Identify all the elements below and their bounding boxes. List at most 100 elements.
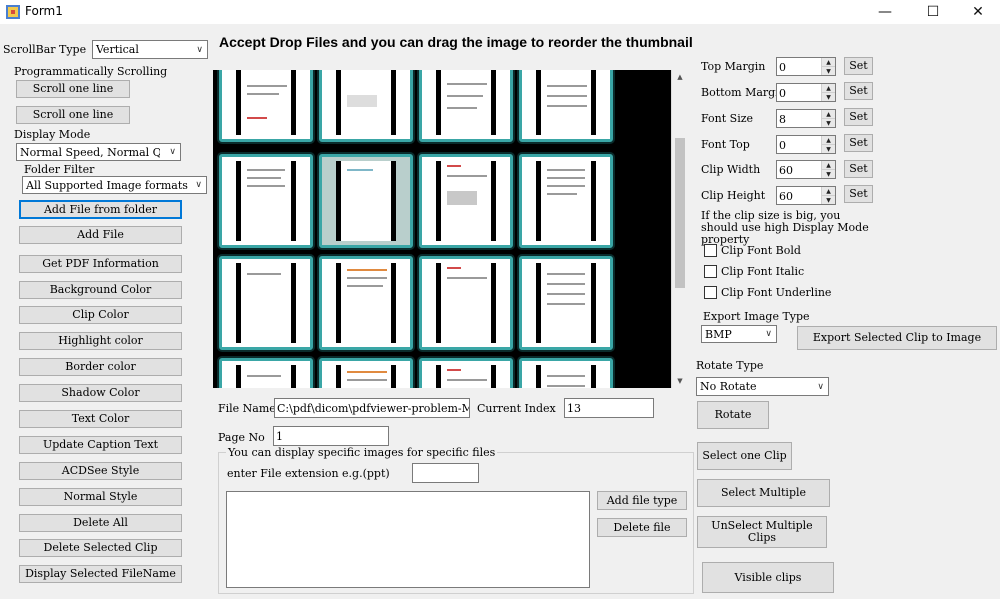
add-file-button[interactable]: Add File: [19, 226, 182, 244]
clip-color-button[interactable]: Clip Color: [19, 306, 182, 324]
rotate-type-value: No Rotate: [700, 380, 757, 393]
clip-font-bold-checkbox[interactable]: Clip Font Bold: [704, 244, 801, 257]
bottom-margin-spinner[interactable]: 0 ▲ ▼: [776, 83, 836, 102]
thumbnail-clip[interactable]: [219, 256, 313, 350]
font-top-spinner[interactable]: 0 ▲ ▼: [776, 135, 836, 154]
folder-filter-select[interactable]: All Supported Image formats ∨: [22, 176, 207, 194]
bottom-margin-value: 0: [779, 87, 786, 100]
font-size-value: 8: [779, 113, 786, 126]
rotate-button[interactable]: Rotate: [697, 401, 769, 429]
set-font-size-button[interactable]: Set: [844, 108, 873, 126]
viewer-scrollbar[interactable]: ▲ ▼: [671, 70, 687, 388]
spin-down-icon[interactable]: ▼: [821, 92, 835, 101]
display-mode-select[interactable]: Normal Speed, Normal Quality ∨: [16, 143, 181, 161]
thumbnail-clip[interactable]: [319, 358, 413, 388]
thumbnail-clip[interactable]: [219, 154, 313, 248]
select-multiple-button[interactable]: Select Multiple: [697, 479, 830, 507]
update-caption-text-button[interactable]: Update Caption Text: [19, 436, 182, 454]
file-extension-field[interactable]: [412, 463, 479, 483]
current-index-label: Current Index: [477, 402, 556, 415]
clip-height-spinner[interactable]: 60 ▲ ▼: [776, 186, 836, 205]
thumbnail-clip[interactable]: [419, 154, 513, 248]
clip-font-underline-checkbox[interactable]: Clip Font Underline: [704, 286, 831, 299]
thumbnail-clip[interactable]: [419, 256, 513, 350]
checkbox-box[interactable]: [704, 265, 717, 278]
delete-file-button[interactable]: Delete file: [597, 518, 687, 537]
scrollbar-type-value: Vertical: [96, 43, 139, 56]
clip-height-value: 60: [779, 190, 793, 203]
thumbnail-viewer[interactable]: [213, 70, 671, 388]
set-clip-width-button[interactable]: Set: [844, 160, 873, 178]
thumbnail-clip[interactable]: [219, 358, 313, 388]
header-text: Accept Drop Files and you can drag the i…: [219, 34, 693, 50]
normal-style-button[interactable]: Normal Style: [19, 488, 182, 506]
background-color-button[interactable]: Background Color: [19, 281, 182, 299]
thumbnail-clip[interactable]: [419, 358, 513, 388]
chevron-down-icon: ∨: [196, 44, 203, 55]
window-title: Form1: [25, 4, 63, 18]
set-clip-height-button[interactable]: Set: [844, 185, 873, 203]
export-image-type-select[interactable]: BMP ∨: [701, 325, 777, 343]
thumbnail-clip-selected[interactable]: [319, 154, 413, 248]
clip-width-spinner[interactable]: 60 ▲ ▼: [776, 160, 836, 179]
maximize-button[interactable]: ☐: [910, 0, 956, 24]
minimize-button[interactable]: —: [862, 0, 908, 24]
page-no-field[interactable]: 1: [273, 426, 389, 446]
add-file-type-button[interactable]: Add file type: [597, 491, 687, 510]
thumbnail-clip[interactable]: [319, 70, 413, 142]
close-button[interactable]: ✕: [955, 0, 1000, 24]
text-color-button[interactable]: Text Color: [19, 410, 182, 428]
highlight-color-button[interactable]: Highlight color: [19, 332, 182, 350]
display-mode-value: Normal Speed, Normal Quality: [20, 145, 160, 159]
thumbnail-clip[interactable]: [419, 70, 513, 142]
delete-all-button[interactable]: Delete All: [19, 514, 182, 532]
unselect-multiple-clips-button[interactable]: UnSelect Multiple Clips: [697, 516, 827, 548]
scrollbar-type-select[interactable]: Vertical ∨: [92, 40, 208, 59]
scroll-up-arrow-icon[interactable]: ▲: [672, 70, 688, 84]
scroll-down-arrow-icon[interactable]: ▼: [672, 374, 688, 388]
get-pdf-information-button[interactable]: Get PDF Information: [19, 255, 182, 273]
visible-clips-button[interactable]: Visible clips: [702, 562, 834, 593]
display-selected-filename-button[interactable]: Display Selected FileName: [19, 565, 182, 583]
checkbox-box[interactable]: [704, 244, 717, 257]
acdsee-style-button[interactable]: ACDSee Style: [19, 462, 182, 480]
thumbnail-clip[interactable]: [519, 70, 613, 142]
thumbnail-clip[interactable]: [319, 256, 413, 350]
select-one-clip-button[interactable]: Select one Clip: [697, 442, 792, 470]
clip-font-italic-checkbox[interactable]: Clip Font Italic: [704, 265, 804, 278]
thumbnail-clip[interactable]: [219, 70, 313, 142]
current-index-field[interactable]: 13: [564, 398, 654, 418]
scroll-one-line-button-1[interactable]: Scroll one line: [16, 80, 130, 98]
chevron-down-icon: ∨: [765, 329, 772, 339]
spin-down-icon[interactable]: ▼: [821, 118, 835, 127]
add-file-from-folder-button[interactable]: Add File from folder: [19, 200, 182, 219]
spin-down-icon[interactable]: ▼: [821, 66, 835, 75]
top-margin-label: Top Margin: [701, 60, 766, 73]
font-size-spinner[interactable]: 8 ▲ ▼: [776, 109, 836, 128]
top-margin-spinner[interactable]: 0 ▲ ▼: [776, 57, 836, 76]
spin-down-icon[interactable]: ▼: [821, 144, 835, 153]
rotate-type-select[interactable]: No Rotate ∨: [696, 377, 829, 396]
folder-filter-label: Folder Filter: [24, 163, 95, 176]
spin-down-icon[interactable]: ▼: [821, 169, 835, 178]
thumbnail-clip[interactable]: [519, 256, 613, 350]
clip-font-bold-label: Clip Font Bold: [721, 244, 801, 257]
delete-selected-clip-button[interactable]: Delete Selected Clip: [19, 539, 182, 557]
set-font-top-button[interactable]: Set: [844, 134, 873, 152]
scroll-one-line-button-2[interactable]: Scroll one line: [16, 106, 130, 124]
export-selected-clip-button[interactable]: Export Selected Clip to Image: [797, 326, 997, 350]
file-name-field[interactable]: C:\pdf\dicom\pdfviewer-problem-MS: [274, 398, 470, 418]
export-image-type-label: Export Image Type: [703, 310, 810, 323]
shadow-color-button[interactable]: Shadow Color: [19, 384, 182, 402]
thumbnail-clip[interactable]: [519, 154, 613, 248]
rotate-type-label: Rotate Type: [696, 359, 764, 372]
set-bottom-margin-button[interactable]: Set: [844, 82, 873, 100]
file-types-list[interactable]: [226, 491, 590, 588]
top-margin-value: 0: [779, 61, 786, 74]
border-color-button[interactable]: Border color: [19, 358, 182, 376]
thumbnail-clip[interactable]: [519, 358, 613, 388]
spin-down-icon[interactable]: ▼: [821, 195, 835, 204]
checkbox-box[interactable]: [704, 286, 717, 299]
scrollbar-thumb[interactable]: [675, 138, 685, 288]
set-top-margin-button[interactable]: Set: [844, 57, 873, 75]
